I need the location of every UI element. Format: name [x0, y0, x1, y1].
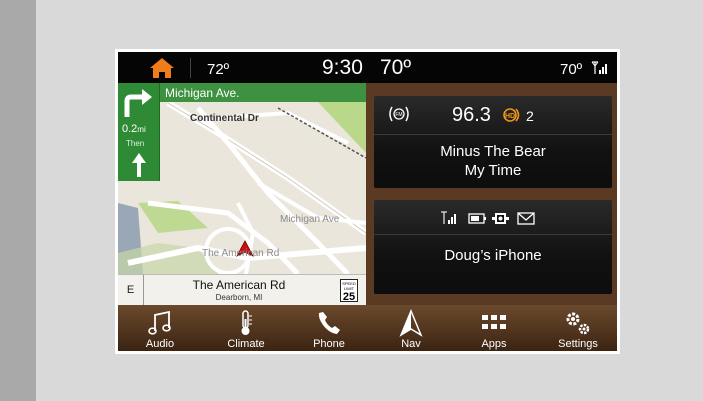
dock-audio-label: Audio [145, 338, 175, 350]
status-bar: 72º 9:30 70º 70º [118, 52, 617, 83]
phone-divider [374, 234, 612, 235]
radio-panel[interactable]: FM 96.3 HD 2 Minus The Bear My Time [374, 96, 612, 188]
gears-icon [566, 312, 590, 335]
screen-frame: 72º 9:30 70º 70º Michigan Ave. 0.2mi The… [115, 49, 620, 354]
hd-channel: 2 [526, 108, 534, 124]
navigation-arrow-icon [399, 309, 423, 337]
svg-text:FM: FM [395, 112, 402, 118]
sync-screen: 72º 9:30 70º 70º Michigan Ave. 0.2mi The… [118, 52, 617, 351]
roaming-icon [492, 213, 509, 224]
right-temperature: 70º [560, 61, 583, 78]
dock-settings-label: Settings [558, 338, 598, 350]
artist-name: Minus The Bear [440, 143, 546, 160]
thermometer-icon [241, 310, 252, 335]
dock-audio-button[interactable]: Audio [125, 305, 195, 351]
music-note-icon [148, 310, 171, 335]
navigation-map[interactable]: Michigan Ave. 0.2mi Then Continental Dr … [118, 83, 366, 305]
then-label: Then [126, 139, 145, 148]
radio-frequency: 96.3 [452, 104, 491, 126]
dock-nav-button[interactable]: Nav [376, 305, 446, 351]
outside-temperature: 72º [207, 61, 230, 78]
svg-text:HD: HD [505, 113, 515, 120]
map-label-michigan: Michigan Ave [280, 214, 340, 225]
hd-radio-icon: HD [503, 108, 520, 122]
turn-right-icon [124, 89, 152, 117]
connected-phone-name: Doug’s iPhone [444, 247, 542, 264]
map-label-american: The American Rd [202, 248, 280, 259]
radio-divider [374, 134, 612, 135]
dock-nav-label: Nav [401, 338, 421, 350]
side-strip [0, 0, 36, 401]
straight-arrow-icon [132, 153, 146, 177]
turn-distance: 0.2mi [122, 123, 146, 135]
phone-handset-icon [318, 312, 340, 334]
dock-apps-button[interactable]: Apps [459, 305, 529, 351]
phone-signal-icon [441, 211, 456, 224]
next-street-name: Michigan Ave. [165, 86, 240, 100]
speed-limit-sign: SPEED LIMIT 25 [340, 279, 358, 303]
home-icon[interactable] [149, 57, 175, 79]
status-divider [190, 58, 191, 78]
dock-phone-button[interactable]: Phone [294, 305, 364, 351]
signal-strength-icon [591, 61, 607, 74]
battery-icon [468, 213, 486, 224]
map-label-continental: Continental Dr [190, 113, 259, 124]
speed-limit-value: 25 [342, 291, 356, 303]
bottom-dock: Audio Climate Phone Nav Apps Settings [118, 305, 617, 351]
message-icon [517, 212, 535, 225]
current-road-name: The American Rd [192, 278, 286, 292]
clock: 9:30 [322, 56, 363, 79]
dock-apps-label: Apps [481, 338, 507, 350]
apps-grid-icon [482, 315, 506, 329]
dock-climate-label: Climate [227, 338, 265, 350]
dock-phone-label: Phone [313, 338, 345, 350]
current-road-bar: E The American Rd Dearborn, MI SPEED LIM… [118, 274, 366, 305]
song-title: My Time [464, 162, 522, 179]
dock-settings-button[interactable]: Settings [543, 305, 613, 351]
current-city: Dearborn, MI [215, 293, 263, 302]
cabin-temperature[interactable]: 70º [380, 56, 411, 80]
turn-instruction-panel: 0.2mi Then [118, 83, 160, 181]
compass-heading: E [118, 275, 144, 305]
dock-climate-button[interactable]: Climate [211, 305, 281, 351]
speed-limit-label: SPEED LIMIT [342, 281, 356, 291]
fm-radio-icon: FM [389, 106, 409, 122]
phone-status-icons [441, 211, 535, 225]
phone-panel[interactable]: Doug’s iPhone [374, 200, 612, 294]
